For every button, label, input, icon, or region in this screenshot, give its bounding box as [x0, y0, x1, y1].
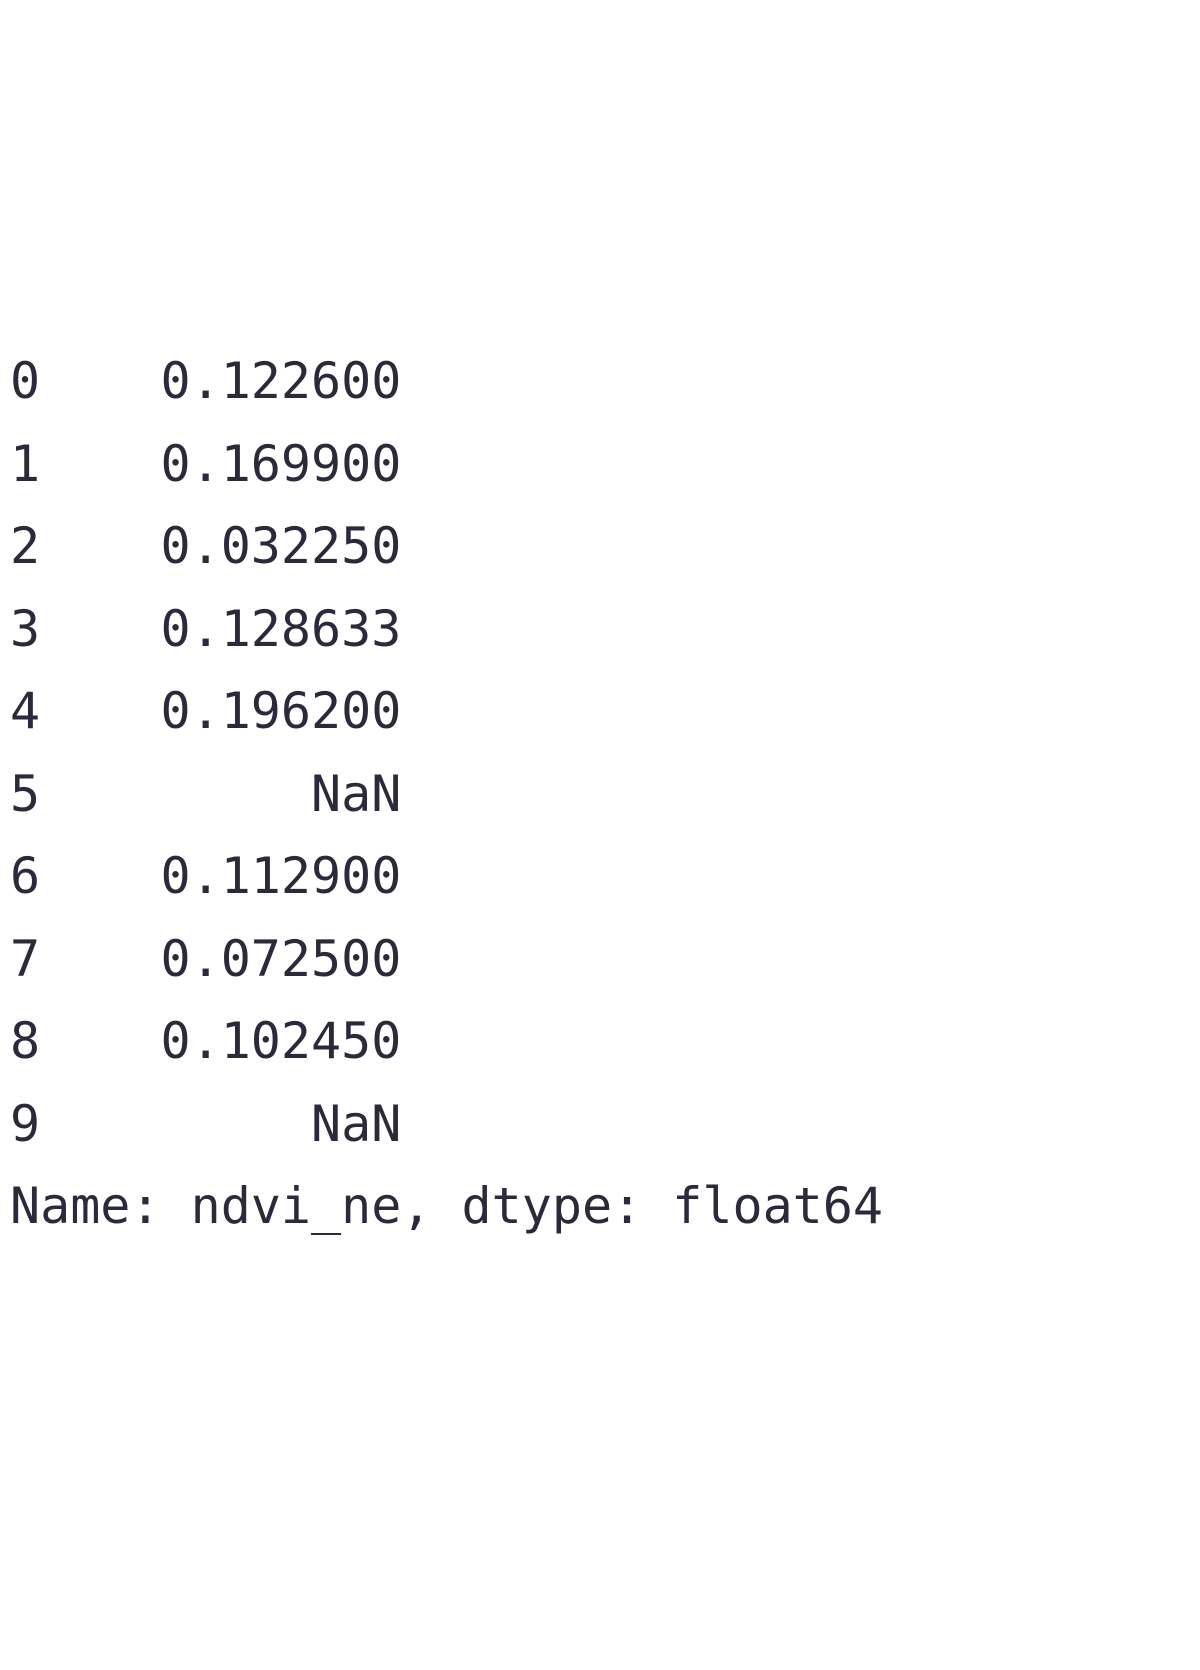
series-value: 0.112900: [161, 835, 402, 918]
series-index: 8: [10, 1000, 40, 1083]
series-value: 0.102450: [161, 1000, 402, 1083]
series-row: 8 0.102450: [10, 1000, 1190, 1083]
series-row: 0 0.122600: [10, 340, 1190, 423]
series-value: 0.128633: [161, 588, 402, 671]
series-row: 3 0.128633: [10, 588, 1190, 671]
series-row: 4 0.196200: [10, 670, 1190, 753]
series-row: 1 0.169900: [10, 423, 1190, 506]
series-index: 7: [10, 918, 40, 1001]
pandas-series-output: 0 0.122600 1 0.169900 2 0.032250 3 0.128633 4 0.1…: [10, 340, 1190, 1248]
series-value: 0.122600: [161, 340, 402, 423]
series-index: 9: [10, 1083, 40, 1166]
series-index: 1: [10, 423, 40, 506]
series-row: 5 NaN: [10, 753, 1190, 836]
series-row: 6 0.112900: [10, 835, 1190, 918]
series-index: 2: [10, 505, 40, 588]
series-value: NaN: [161, 1083, 402, 1166]
series-value: 0.169900: [161, 423, 402, 506]
series-footer: Name: ndvi_ne, dtype: float64: [10, 1165, 1190, 1248]
series-index: 4: [10, 670, 40, 753]
series-row: 9 NaN: [10, 1083, 1190, 1166]
series-value: 0.032250: [161, 505, 402, 588]
series-index: 3: [10, 588, 40, 671]
series-value: NaN: [161, 753, 402, 836]
series-index: 6: [10, 835, 40, 918]
series-index: 0: [10, 340, 40, 423]
series-value: 0.072500: [161, 918, 402, 1001]
series-value: 0.196200: [161, 670, 402, 753]
series-index: 5: [10, 753, 40, 836]
series-row: 2 0.032250: [10, 505, 1190, 588]
series-row: 7 0.072500: [10, 918, 1190, 1001]
